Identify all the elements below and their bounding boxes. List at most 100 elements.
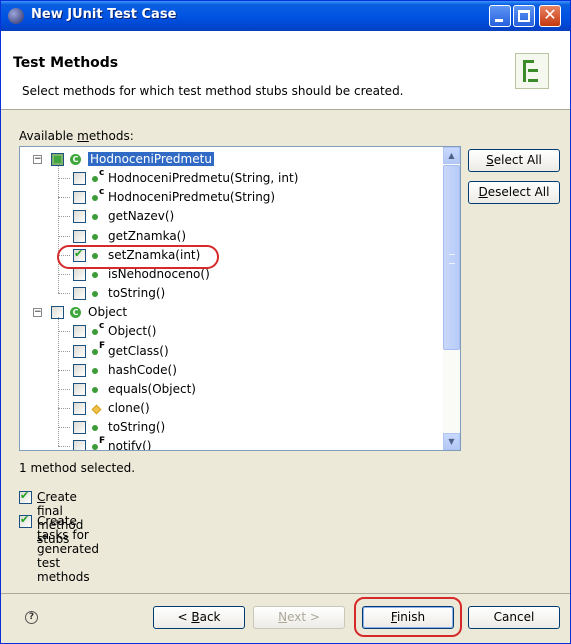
deselect-all-button[interactable]: Deselect All — [468, 181, 560, 204]
public-method-icon — [92, 386, 98, 393]
public-method-icon — [92, 176, 98, 183]
public-method-icon — [92, 291, 98, 298]
title-bar[interactable]: New JUnit Test Case ✕ — [1, 1, 570, 31]
tree-group-row[interactable]: − C Object — [20, 303, 440, 322]
public-method-icon — [92, 348, 98, 355]
page-description: Select methods for which test method stu… — [22, 84, 404, 98]
method-checkbox[interactable] — [73, 382, 86, 396]
tree-vertical-line — [58, 317, 59, 447]
method-modifier-icon: c — [99, 168, 105, 179]
collapse-icon[interactable]: − — [33, 155, 42, 164]
option-label: Create tasks for generated test methods — [37, 514, 99, 584]
tree-connector-line — [58, 235, 70, 237]
method-label: getClass() — [108, 343, 169, 358]
method-label: toString() — [108, 420, 166, 435]
scrollbar-thumb[interactable] — [443, 165, 460, 350]
scroll-up-arrow-icon[interactable]: ▲ — [443, 147, 460, 164]
method-modifier-icon: c — [99, 187, 105, 198]
method-checkbox[interactable] — [73, 210, 86, 224]
dialog-window: New JUnit Test Case ✕ Test Methods Selec… — [0, 0, 571, 644]
method-checkbox[interactable] — [73, 344, 86, 358]
close-icon: ✕ — [543, 5, 557, 24]
method-checkbox[interactable] — [73, 267, 86, 281]
checkbox[interactable] — [19, 489, 32, 504]
method-checkbox[interactable] — [73, 287, 86, 301]
minimize-icon — [495, 19, 503, 22]
public-method-icon — [92, 425, 98, 432]
tree-item-row[interactable]: clone() — [20, 399, 440, 418]
help-icon[interactable]: ? — [25, 611, 38, 624]
tree-connector-line — [58, 273, 70, 275]
available-methods-label: Available methods: — [19, 129, 134, 143]
footer-divider — [1, 593, 570, 594]
tree-connector-line — [58, 388, 70, 390]
maximize-button[interactable] — [513, 5, 535, 27]
tree-item-row[interactable]: getNazev() — [20, 207, 440, 226]
tree-item-row[interactable]: toString() — [20, 284, 440, 303]
method-label: getZnamka() — [108, 228, 187, 243]
protected-method-icon — [91, 404, 102, 415]
tree-connector-line — [58, 178, 70, 180]
select-all-button[interactable]: Select All — [468, 149, 560, 172]
tree-item-row[interactable]: c HodnoceniPredmetu(String, int) — [20, 168, 440, 188]
tree-item-row[interactable]: c Object() — [20, 321, 440, 341]
page-title: Test Methods — [13, 55, 119, 71]
method-checkbox[interactable] — [73, 325, 86, 339]
tree-vertical-scrollbar[interactable]: ▲ ▼ — [443, 147, 460, 450]
method-checkbox[interactable] — [73, 440, 86, 450]
method-modifier-icon: c — [99, 321, 105, 332]
method-checkbox[interactable] — [73, 229, 86, 243]
tree-group-row[interactable]: − C HodnoceniPredmetu — [20, 150, 440, 169]
method-checkbox[interactable] — [73, 191, 86, 205]
checkbox[interactable] — [19, 513, 32, 528]
method-label: clone() — [108, 400, 150, 415]
public-method-icon — [92, 329, 98, 336]
window-title: New JUnit Test Case — [31, 7, 177, 22]
tree-item-row[interactable]: equals(Object) — [20, 380, 440, 399]
tree-connector-line — [58, 369, 70, 371]
public-method-icon — [92, 367, 98, 374]
tree-item-row[interactable]: toString() — [20, 418, 440, 437]
class-icon: C — [70, 154, 81, 165]
tree-item-row[interactable]: hashCode() — [20, 361, 440, 380]
method-checkbox[interactable] — [73, 172, 86, 186]
method-checkbox[interactable] — [73, 363, 86, 377]
cancel-button[interactable]: Cancel — [468, 606, 560, 629]
maximize-icon — [518, 10, 530, 22]
eclipse-logo-icon — [8, 8, 24, 24]
tree-item-row[interactable]: Fnotify() — [20, 436, 440, 451]
method-checkbox[interactable] — [73, 421, 86, 435]
method-label: HodnoceniPredmetu(String, int) — [108, 171, 299, 186]
next-button[interactable]: Next > — [253, 606, 345, 629]
method-label: Object() — [108, 324, 157, 339]
back-button[interactable]: < Back — [153, 606, 245, 629]
methods-tree[interactable]: − C HodnoceniPredmetu c HodnoceniPredmetu(St… — [19, 146, 461, 451]
method-label: hashCode() — [108, 362, 177, 377]
junit-wizard-banner-icon — [515, 53, 549, 89]
method-label: getNazev() — [108, 209, 175, 224]
minimize-button[interactable] — [489, 5, 511, 27]
public-method-icon — [92, 271, 98, 278]
tree-connector-line — [58, 407, 70, 409]
scroll-down-arrow-icon[interactable]: ▼ — [443, 433, 460, 450]
tree-connector-line — [58, 331, 70, 333]
method-label: notify() — [108, 439, 152, 451]
tree-connector-line — [58, 293, 70, 295]
tree-connector-line — [58, 197, 70, 199]
public-method-icon — [92, 214, 98, 221]
tree-connector-line — [58, 427, 70, 429]
method-checkbox[interactable] — [73, 401, 86, 415]
tree-item-row[interactable]: c HodnoceniPredmetu(String) — [20, 187, 440, 207]
public-method-icon — [92, 444, 98, 450]
tree-item-row[interactable]: getZnamka() — [20, 227, 440, 246]
collapse-icon[interactable]: − — [33, 308, 42, 318]
wizard-header: Test Methods Select methods for which te… — [1, 31, 570, 110]
tree-connector-line — [58, 446, 70, 448]
tree-connector-line — [58, 350, 70, 352]
close-button[interactable]: ✕ — [539, 5, 561, 27]
method-modifier-icon: F — [99, 340, 106, 351]
tree-item-row[interactable]: FgetClass() — [20, 340, 440, 361]
tree-vertical-line — [58, 164, 59, 294]
method-label: toString() — [108, 286, 166, 301]
setznamka-highlight-annotation — [57, 245, 219, 269]
